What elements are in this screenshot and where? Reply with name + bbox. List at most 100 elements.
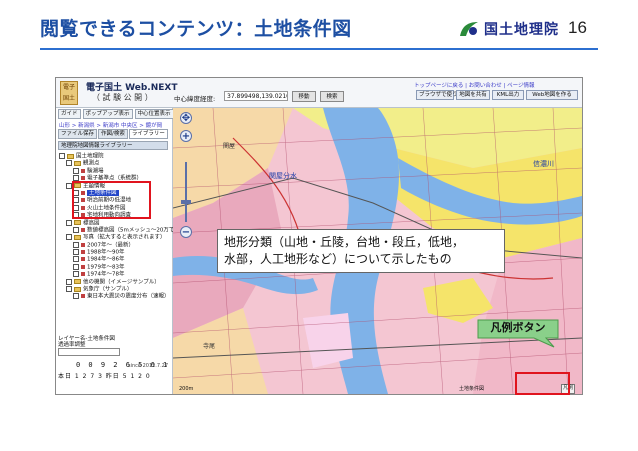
- library-tree: 国土地理院 観測点 験潮場 電子基準点（系統群） 主題情報 土地条件図 明治前期の低湿地 火山…: [59, 153, 191, 301]
- tree-item-label: 1988年〜90年: [87, 249, 125, 256]
- app-logo[interactable]: 電子国土: [60, 81, 78, 105]
- folder-icon: [74, 160, 81, 166]
- tree-checkbox[interactable]: [73, 226, 79, 233]
- tree-checkbox[interactable]: [66, 278, 72, 285]
- tree-checkbox[interactable]: [66, 286, 72, 293]
- gsi-logo-icon: [458, 20, 480, 38]
- layer-icon: [81, 242, 85, 247]
- tree-item-label: 国土地理院: [76, 153, 104, 160]
- tree-item-label: 1984年〜86年: [87, 256, 125, 263]
- tree-item-label: 1979年〜83年: [87, 264, 125, 271]
- tree-checkbox[interactable]: [59, 153, 65, 159]
- move-button[interactable]: 移動: [292, 91, 316, 102]
- opacity-slider[interactable]: [58, 348, 120, 356]
- map-scale: 200m: [179, 386, 194, 392]
- tree-checkbox[interactable]: [73, 256, 79, 263]
- tree-item-label: 東日本大震災の震度分布（速報）: [87, 293, 170, 300]
- top-button-share[interactable]: 地図を共有: [456, 90, 490, 100]
- top-button-kml[interactable]: KML出力: [492, 90, 524, 100]
- folder-icon: [74, 220, 81, 226]
- tree-item[interactable]: 数値標高図（5mメッシュ〜20万で表示）: [59, 226, 191, 234]
- tab-library[interactable]: ライブラリー: [128, 129, 168, 139]
- breadcrumb[interactable]: 山形 > 新潟県 > 新潟市 中央区 > 鏡が岡: [59, 121, 162, 129]
- layer-icon: [81, 257, 85, 262]
- tree-item-label: 気象庁（サンプル）: [83, 286, 133, 293]
- app-subtitle: （ 試 験 公 開 ）: [92, 93, 153, 102]
- top-button-browser[interactable]: ブラウザで使う: [416, 90, 458, 100]
- top-button-webmap[interactable]: Web地図を作る: [526, 90, 578, 100]
- map-footer-layer-name: 土地条件図: [459, 386, 485, 392]
- layer-icon: [81, 272, 85, 277]
- tree-item[interactable]: 1974年〜78年: [59, 271, 169, 278]
- tree-item[interactable]: 2007年〜（最新）: [59, 241, 169, 249]
- tree-item[interactable]: 1988年〜90年: [59, 249, 169, 256]
- zoom-track[interactable]: [185, 162, 187, 222]
- sidebar-tabbar: ガイド ポップアップ表示 中心位置表示: [58, 109, 174, 119]
- top-links[interactable]: トップページに戻る | お問い合わせ | ページ情報: [414, 81, 534, 89]
- tree-checkbox[interactable]: [73, 241, 79, 248]
- layer-icon: [81, 294, 85, 299]
- callout-line-2: 水部，人工地形など）について示したもの: [224, 252, 452, 266]
- tree-checkbox[interactable]: [73, 167, 79, 174]
- tree-checkbox[interactable]: [73, 249, 79, 256]
- slide-title: 閲覧できるコンテンツ：土地条件図: [40, 18, 352, 40]
- callout-line-1: 地形分類（山地・丘陵，台地・段丘，低地，: [224, 235, 465, 249]
- folder-icon: [67, 153, 74, 159]
- tree-item[interactable]: 標高図: [59, 219, 169, 227]
- tree-item[interactable]: 写真（拡大すると表示されます）: [59, 234, 169, 241]
- tree-item[interactable]: 験潮場: [59, 167, 169, 175]
- opacity-label: 透過率調整: [58, 342, 86, 348]
- tree-checkbox[interactable]: [66, 234, 72, 241]
- folder-icon: [74, 286, 81, 292]
- since-label: since 2012.7.27: [128, 363, 169, 369]
- highlight-theme-folder: [72, 181, 151, 219]
- tree-item[interactable]: 国土地理院: [59, 153, 169, 160]
- highlight-legend-button: [515, 372, 570, 395]
- title-underline: [40, 48, 598, 50]
- tree-checkbox[interactable]: [73, 271, 79, 278]
- gsi-logo-text: 国土地理院: [484, 22, 559, 38]
- search-button[interactable]: 検索: [320, 91, 344, 102]
- tab-popup[interactable]: ポップアップ表示: [82, 109, 133, 119]
- tree-checkbox[interactable]: [73, 263, 79, 270]
- app-header: 電子国土 電子国土 Web.NEXT （ 試 験 公 開 ） 中心緯度経度: 3…: [56, 78, 582, 108]
- library-panel-title: 地理院地図情報ライブラリー: [58, 141, 168, 150]
- tree-item[interactable]: 1984年〜86年: [59, 256, 169, 263]
- tree-item[interactable]: 観測点: [59, 160, 169, 167]
- tree-item[interactable]: 気象庁（サンプル）: [59, 286, 169, 293]
- tree-item-label: 標高図: [83, 220, 100, 227]
- tree-item-label: 2007年〜（最新）: [87, 242, 134, 249]
- daily-counter: 本日 1 2 7 3 昨日 5 1 2 0: [58, 373, 151, 380]
- tab-center[interactable]: 中心位置表示: [134, 109, 174, 119]
- map-label-terao: 寺尾: [203, 342, 215, 350]
- coord-input[interactable]: 37.899498,139.021032: [224, 91, 288, 101]
- zoom-out-icon[interactable]: −: [180, 226, 192, 238]
- legend-callout-text: 凡例ボタン: [490, 321, 546, 334]
- tab-draw-search[interactable]: 作図/検索: [98, 129, 128, 139]
- tree-item-label: 観測点: [83, 160, 100, 167]
- layer-icon: [81, 176, 85, 181]
- map-label-bunsui: 関屋分水: [269, 171, 297, 180]
- tree-checkbox[interactable]: [66, 160, 72, 167]
- folder-icon: [74, 234, 81, 240]
- tree-item[interactable]: 1979年〜83年: [59, 263, 169, 271]
- zoom-slider-knob[interactable]: [181, 200, 191, 204]
- tree-item[interactable]: 東日本大震災の震度分布（速報）: [59, 293, 170, 300]
- layer-icon: [81, 227, 85, 232]
- layer-icon: [81, 168, 85, 173]
- map-label-sekiya: 関屋: [223, 143, 235, 150]
- layer-icon: [81, 264, 85, 269]
- tree-checkbox[interactable]: [66, 219, 72, 226]
- folder-icon: [74, 279, 81, 285]
- map-nav-control[interactable]: ✥ + −: [178, 112, 194, 240]
- tree-item[interactable]: 他の機関（イメージサンプル）: [59, 278, 169, 286]
- zoom-in-icon[interactable]: +: [180, 130, 192, 142]
- gsi-logo: 国土地理院: [458, 18, 559, 40]
- tab-guide[interactable]: ガイド: [58, 109, 81, 119]
- page-number: 16: [568, 18, 587, 37]
- sidebar: ガイド ポップアップ表示 中心位置表示 山形 > 新潟県 > 新潟市 中央区 >…: [56, 108, 191, 394]
- pan-control-icon[interactable]: ✥: [180, 112, 192, 124]
- tab-file-save[interactable]: ファイル保存: [58, 129, 98, 139]
- sidebar-tabs2: ファイル保存 作図/検索 ライブラリー: [58, 129, 168, 139]
- tree-checkbox[interactable]: [73, 293, 79, 300]
